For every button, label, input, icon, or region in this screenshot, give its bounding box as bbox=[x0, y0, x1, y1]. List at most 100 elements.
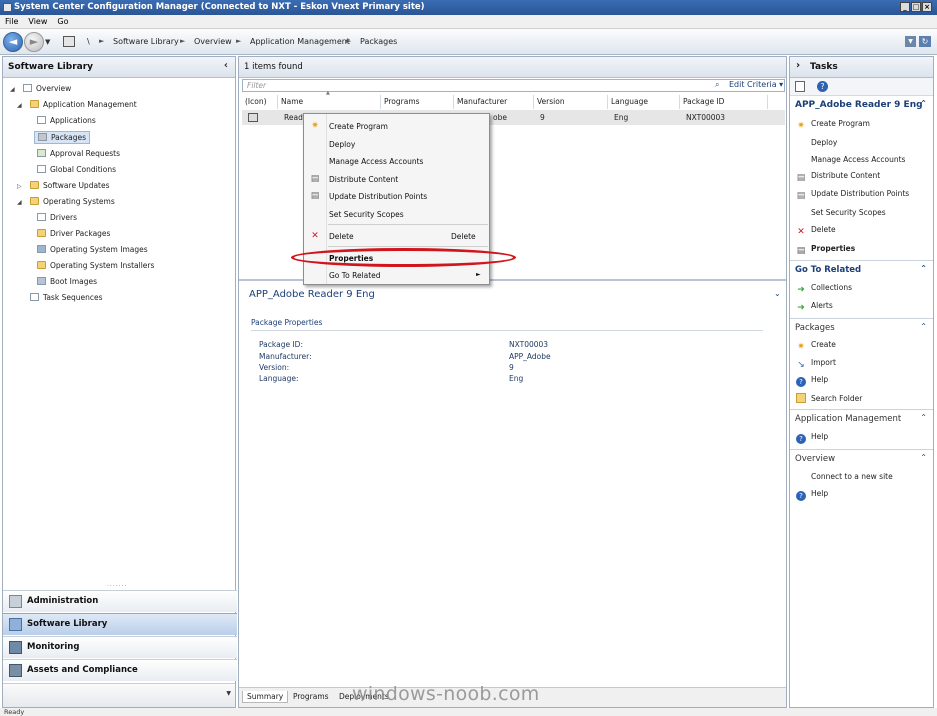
menu-go[interactable]: Go bbox=[52, 15, 73, 26]
splitter-grip-icon[interactable]: ······· bbox=[107, 583, 127, 590]
tree-software-updates[interactable]: Software Updates bbox=[30, 181, 110, 190]
task-create-program[interactable]: ✷ Create Program bbox=[796, 119, 870, 131]
task-properties[interactable]: ▤ Properties bbox=[796, 244, 855, 256]
tree-os-images[interactable]: Operating System Images bbox=[37, 245, 148, 254]
task-collections[interactable]: ➜ Collections bbox=[796, 283, 852, 295]
tree-approval-requests[interactable]: Approval Requests bbox=[37, 149, 120, 158]
breadcrumb-root[interactable]: \ bbox=[87, 37, 90, 46]
application-management-section[interactable]: Application Management ⌃ bbox=[790, 412, 933, 427]
history-dropdown-icon[interactable]: ▼ bbox=[45, 38, 50, 46]
task-set-security-scopes[interactable]: Set Security Scopes bbox=[796, 207, 886, 217]
collapse-icon[interactable]: ⌃ bbox=[920, 322, 927, 331]
breadcrumb-software-library[interactable]: Software Library bbox=[113, 37, 179, 46]
breadcrumb-separator-icon[interactable]: ► bbox=[180, 37, 185, 45]
breadcrumb-application-management[interactable]: Application Management bbox=[250, 37, 350, 46]
tab-programs[interactable]: Programs bbox=[289, 691, 333, 702]
tree-packages[interactable]: Packages bbox=[34, 131, 90, 144]
close-button[interactable]: × bbox=[922, 2, 932, 12]
clipboard-icon[interactable] bbox=[795, 81, 805, 92]
console-root-icon[interactable] bbox=[63, 36, 75, 47]
tree-applications[interactable]: Applications bbox=[37, 116, 96, 125]
wunderbar-assets-compliance[interactable]: Assets and Compliance bbox=[3, 659, 237, 681]
filter-input[interactable]: Filter bbox=[247, 81, 266, 90]
collapse-icon[interactable]: ⌃ bbox=[920, 413, 927, 422]
menu-create-program[interactable]: ✷ Create Program bbox=[304, 118, 489, 134]
task-delete[interactable]: ✕ Delete bbox=[796, 225, 835, 237]
breadcrumb-separator-icon[interactable]: ► bbox=[99, 37, 104, 45]
task-update-distribution-points[interactable]: ▤ Update Distribution Points bbox=[796, 189, 909, 201]
menu-view[interactable]: View bbox=[23, 15, 52, 26]
tree-task-sequences[interactable]: Task Sequences bbox=[30, 293, 102, 302]
task-search-folder[interactable]: Search Folder bbox=[796, 393, 862, 403]
collapse-details-icon[interactable]: ⌄ bbox=[774, 289, 781, 298]
tree-global-conditions[interactable]: Global Conditions bbox=[37, 165, 116, 174]
task-manage-access-accounts[interactable]: Manage Access Accounts bbox=[796, 154, 905, 164]
menu-manage-access-accounts[interactable]: Manage Access Accounts bbox=[304, 153, 489, 169]
back-button[interactable]: ◄ bbox=[3, 32, 23, 52]
wunderbar-options-icon[interactable]: ▼ bbox=[226, 690, 231, 697]
menu-distribute-content[interactable]: ▤ Distribute Content bbox=[304, 171, 489, 187]
tree-operating-systems[interactable]: Operating Systems bbox=[30, 197, 115, 206]
tasks-header: › Tasks bbox=[790, 57, 933, 78]
minimize-button[interactable]: _ bbox=[900, 2, 910, 12]
menu-go-to-related[interactable]: Go To Related ► bbox=[304, 267, 489, 283]
menu-update-distribution-points[interactable]: ▤ Update Distribution Points bbox=[304, 188, 489, 204]
forward-button[interactable]: ► bbox=[24, 32, 44, 52]
task-alerts[interactable]: ➜ Alerts bbox=[796, 301, 833, 313]
collapse-icon[interactable]: ⌃ bbox=[920, 453, 927, 462]
tasks-title: Tasks bbox=[810, 62, 838, 72]
task-deploy[interactable]: Deploy bbox=[796, 137, 837, 147]
task-create[interactable]: ✷ Create bbox=[796, 340, 836, 352]
task-help[interactable]: ? Help bbox=[796, 489, 828, 501]
menu-delete[interactable]: ✕ Delete Delete bbox=[304, 228, 489, 244]
column-version[interactable]: Version bbox=[534, 95, 608, 109]
column-programs[interactable]: Programs bbox=[381, 95, 454, 109]
menu-file[interactable]: File bbox=[0, 15, 23, 26]
package-section-title[interactable]: APP_Adobe Reader 9 Eng ⌃ bbox=[790, 98, 933, 113]
breadcrumb-dropdown-icon[interactable]: ▼ bbox=[905, 36, 916, 47]
column-language[interactable]: Language bbox=[608, 95, 680, 109]
expand-operating-systems-icon[interactable]: ◢ bbox=[17, 199, 22, 206]
menu-deploy[interactable]: Deploy bbox=[304, 136, 489, 152]
wunderbar-software-library[interactable]: Software Library bbox=[3, 613, 237, 635]
tree-driver-packages[interactable]: Driver Packages bbox=[37, 229, 110, 238]
task-help[interactable]: ? Help bbox=[796, 375, 828, 387]
help-icon: ? bbox=[796, 434, 806, 444]
help-icon[interactable]: ? bbox=[817, 81, 828, 92]
collapse-icon[interactable]: ⌃ bbox=[920, 264, 927, 273]
tree-os-installers[interactable]: Operating System Installers bbox=[37, 261, 154, 270]
maximize-button[interactable]: □ bbox=[911, 2, 921, 12]
search-icon[interactable]: ⌕ bbox=[715, 80, 719, 90]
expand-pane-icon[interactable]: › bbox=[796, 60, 800, 71]
task-connect-new-site[interactable]: Connect to a new site bbox=[796, 471, 893, 481]
tab-summary[interactable]: Summary bbox=[242, 691, 289, 703]
tree-application-management[interactable]: Application Management bbox=[30, 100, 137, 109]
packages-section[interactable]: Packages ⌃ bbox=[790, 321, 933, 336]
go-to-related-section[interactable]: Go To Related ⌃ bbox=[790, 263, 933, 278]
task-import[interactable]: ↘ Import bbox=[796, 358, 836, 370]
wunderbar-monitoring[interactable]: Monitoring bbox=[3, 636, 237, 658]
edit-criteria-button[interactable]: Edit Criteria ▾ bbox=[729, 80, 783, 89]
expand-software-updates-icon[interactable]: ▷ bbox=[17, 183, 22, 190]
breadcrumb-separator-icon[interactable]: ► bbox=[236, 37, 241, 45]
collapse-icon[interactable]: ⌃ bbox=[920, 99, 927, 108]
expand-application-management-icon[interactable]: ◢ bbox=[17, 102, 22, 109]
column-package-id[interactable]: Package ID bbox=[680, 95, 768, 109]
tree-drivers[interactable]: Drivers bbox=[37, 213, 77, 222]
tree-overview[interactable]: Overview bbox=[23, 84, 71, 93]
column-icon[interactable]: (Icon) bbox=[242, 95, 278, 109]
breadcrumb-packages[interactable]: Packages bbox=[360, 37, 397, 46]
task-distribute-content[interactable]: ▤ Distribute Content bbox=[796, 171, 880, 183]
tree-boot-images[interactable]: Boot Images bbox=[37, 277, 97, 286]
refresh-icon[interactable]: ↻ bbox=[919, 36, 931, 47]
column-name[interactable]: Name bbox=[278, 95, 381, 109]
collapse-pane-icon[interactable]: ‹ bbox=[224, 60, 228, 71]
breadcrumb-separator-icon[interactable]: ► bbox=[346, 37, 351, 45]
breadcrumb-overview[interactable]: Overview bbox=[194, 37, 232, 46]
expand-overview-icon[interactable]: ◢ bbox=[10, 86, 15, 93]
menu-set-security-scopes[interactable]: Set Security Scopes bbox=[304, 206, 489, 222]
column-manufacturer[interactable]: Manufacturer bbox=[454, 95, 534, 109]
overview-section[interactable]: Overview ⌃ bbox=[790, 452, 933, 467]
task-help[interactable]: ? Help bbox=[796, 432, 828, 444]
wunderbar-administration[interactable]: Administration bbox=[3, 590, 237, 612]
